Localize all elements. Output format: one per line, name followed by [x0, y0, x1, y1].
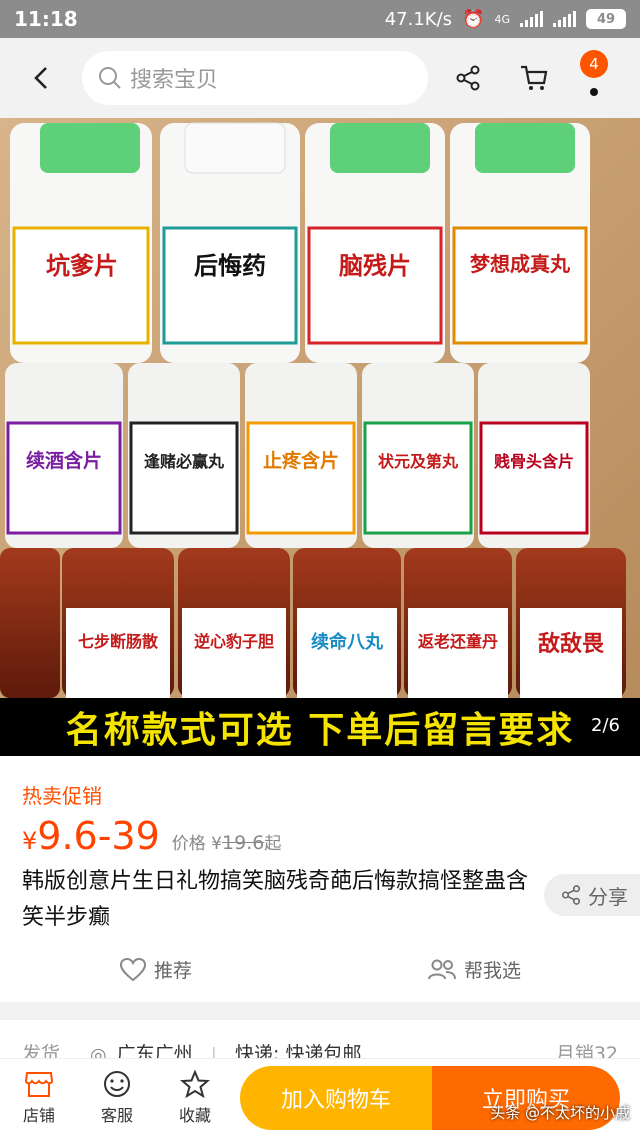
service-label: 客服 [100, 1106, 133, 1125]
original-price: 价格 ¥19.6起 [172, 829, 282, 854]
store-tab[interactable]: 店铺 [0, 1070, 78, 1126]
original-price-suffix: 起 [264, 834, 282, 854]
more-dot-icon [590, 88, 598, 96]
bottles-row-top [10, 122, 590, 363]
store-icon [24, 1072, 54, 1097]
promo-tag: 热卖促销 [22, 784, 102, 808]
star-icon [180, 1070, 210, 1098]
search-placeholder: 搜索宝贝 [130, 68, 219, 93]
label-mid-5: 贱骨头含片 [493, 452, 574, 471]
store-label: 店铺 [22, 1106, 55, 1125]
more-button[interactable]: 4 [570, 48, 630, 108]
chat-smile-icon [104, 1071, 130, 1097]
signal-icon-2 [553, 11, 576, 27]
label-top-3: 脑残片 [339, 252, 411, 280]
favorite-label: 收藏 [178, 1106, 211, 1125]
label-mid-2: 逢赌必赢丸 [143, 452, 224, 471]
label-mid-4: 状元及第丸 [377, 452, 458, 471]
service-tab[interactable]: 客服 [78, 1070, 156, 1126]
back-button[interactable] [12, 48, 72, 108]
bottles-row-bottom [0, 548, 626, 698]
recommend-label: 推荐 [154, 960, 193, 982]
status-right: 47.1K/s ⏰ 4G 49 [385, 9, 626, 30]
share-button[interactable]: 分享 [544, 874, 640, 916]
original-price-label: 价格 ¥ [171, 834, 223, 854]
status-time: 11:18 [14, 7, 78, 31]
top-nav: 搜索宝贝 4 [0, 38, 640, 118]
label-mid-1: 续酒含片 [25, 450, 102, 472]
label-mid-3: 止疼含片 [262, 450, 339, 472]
price-row: ¥ 9.6-39 价格 ¥19.6起 [22, 814, 281, 858]
favorite-tab[interactable]: 收藏 [156, 1070, 234, 1126]
cart-icon [521, 65, 548, 90]
help-choose-label: 帮我选 [464, 960, 522, 982]
label-bot-5: 敌敌畏 [537, 632, 604, 657]
product-title: 韩版创意片生日礼物搞笑脑残奇葩后悔款搞怪整蛊含笑半步癫 [22, 869, 529, 930]
product-image-gallery[interactable]: 坑爹片 后悔药 脑残片 梦想成真丸 续酒含片 逢赌必赢丸 止疼含片 状元及第丸 … [0, 118, 640, 756]
share-icon [561, 885, 581, 905]
alarm-icon: ⏰ [462, 8, 485, 30]
search-icon [99, 67, 121, 89]
chevron-left-icon [34, 67, 47, 89]
original-price-value: 19.6 [222, 832, 265, 854]
help-choose-button[interactable]: 帮我选 [428, 956, 521, 983]
share-label: 分享 [588, 884, 628, 909]
heart-icon [120, 957, 146, 981]
recommend-button[interactable]: 推荐 [120, 956, 192, 983]
share-icon [456, 65, 480, 91]
price-value: 9.6-39 [37, 814, 160, 858]
battery-icon: 49 [586, 9, 626, 29]
label-top-4: 梦想成真丸 [470, 252, 570, 276]
cart-count-badge: 4 [580, 50, 608, 78]
banner-text: 名称款式可选 下单后留言要求 [65, 710, 575, 751]
product-photo [0, 118, 640, 756]
watermark: 头条 @不太坏的小戚 [490, 1104, 630, 1122]
network-label: 4G [494, 12, 510, 26]
bottom-action-bar: 店铺 客服 收藏 加入购物车 立即购买 [0, 1058, 640, 1137]
add-to-cart-button[interactable]: 加入购物车 [240, 1066, 432, 1130]
gallery-banner: 名称款式可选 下单后留言要求 [0, 698, 640, 756]
label-top-2: 后悔药 [194, 252, 266, 280]
net-speed: 47.1K/s [384, 8, 453, 30]
share-top-button[interactable] [438, 48, 498, 108]
label-bot-4: 返老还童丹 [417, 632, 498, 651]
gallery-pager: 2/6 [591, 715, 620, 736]
product-info-card: 热卖促销 ¥ 9.6-39 价格 ¥19.6起 韩版创意片生日礼物搞笑脑残奇葩后… [0, 756, 640, 1002]
signal-icon [520, 11, 543, 27]
label-bot-2: 逆心豹子胆 [193, 632, 274, 651]
label-top-1: 坑爹片 [46, 252, 118, 280]
status-bar: 11:18 47.1K/s ⏰ 4G 49 [0, 0, 640, 38]
label-bot-3: 续命八丸 [311, 632, 383, 653]
label-bot-1: 七步断肠散 [77, 632, 158, 651]
people-icon [428, 959, 456, 979]
search-input[interactable]: 搜索宝贝 [82, 51, 428, 105]
cart-button[interactable] [504, 48, 564, 108]
currency-symbol: ¥ [22, 827, 38, 855]
